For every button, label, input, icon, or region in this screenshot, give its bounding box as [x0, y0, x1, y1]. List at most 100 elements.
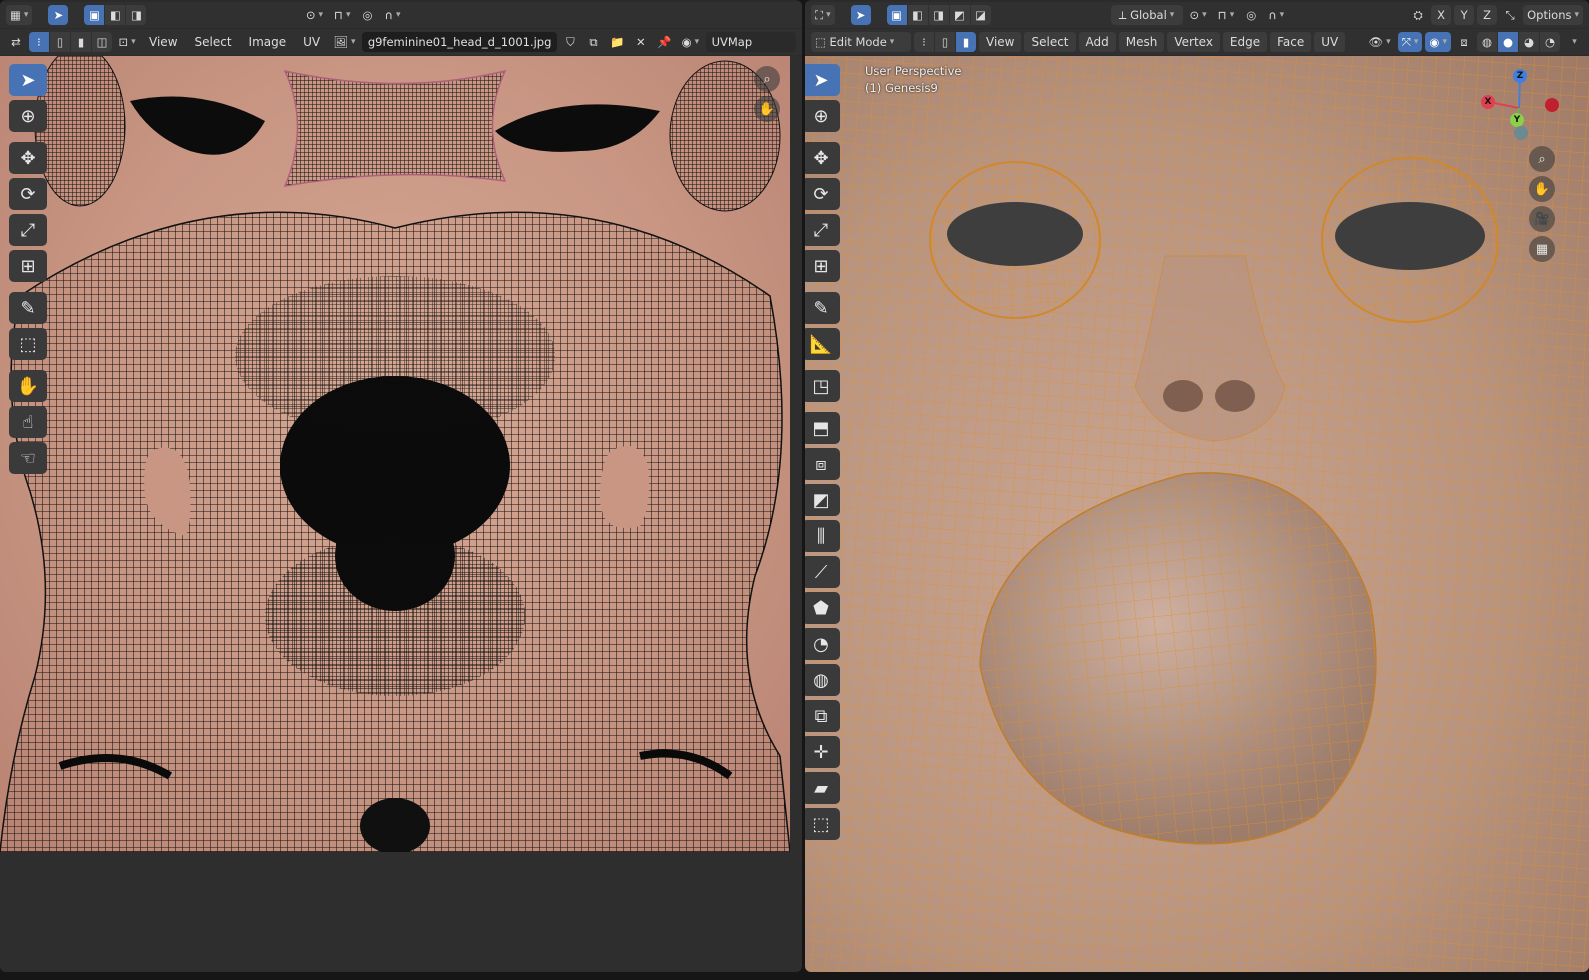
menu-select[interactable]: Select	[188, 32, 239, 52]
axis-gizmo[interactable]: Z X Y	[1475, 64, 1565, 144]
mode-dropdown[interactable]: ⬚ Edit Mode	[811, 32, 911, 52]
grab-icon[interactable]: ✋	[9, 370, 47, 402]
transform-orientation-dropdown[interactable]: ⟂ Global	[1110, 5, 1183, 25]
visibility-icon[interactable]: 👁	[1365, 32, 1395, 52]
snap-icon[interactable]: ⊓	[330, 5, 355, 25]
axis-z-toggle[interactable]: Z	[1477, 5, 1498, 25]
pan-icon[interactable]: ✋	[754, 96, 780, 122]
options-dropdown[interactable]: Options	[1523, 5, 1584, 25]
unlink-icon[interactable]: ✕	[631, 32, 651, 52]
select-subtract-icon[interactable]: ◨	[928, 5, 949, 25]
annotate-icon[interactable]: ✎	[9, 292, 47, 324]
open-folder-icon[interactable]: 📁	[606, 32, 627, 52]
proportional-edit-icon[interactable]: ◎	[358, 5, 378, 25]
image-name-field[interactable]: g9feminine01_head_d_1001.jpg	[361, 32, 558, 52]
poly-build-icon[interactable]: ⬟	[805, 592, 840, 624]
solid-shading-icon[interactable]: ●	[1498, 32, 1518, 52]
menu-select[interactable]: Select	[1024, 32, 1076, 52]
wireframe-shading-icon[interactable]: ◍	[1477, 32, 1497, 52]
cursor-select-icon[interactable]: ➤	[48, 5, 69, 25]
select-subtract-icon[interactable]: ◨	[126, 5, 147, 25]
menu-uv[interactable]: UV	[296, 32, 327, 52]
face-mode-icon[interactable]: ▮	[71, 32, 91, 52]
mirror-icon[interactable]: ⛭	[1408, 5, 1428, 25]
loop-cut-icon[interactable]: ⫼	[805, 520, 840, 552]
menu-view[interactable]: View	[142, 32, 184, 52]
editor-type-3d-icon[interactable]: ⛶	[811, 5, 835, 25]
xray-icon[interactable]: ⧈	[1454, 32, 1474, 52]
auto-merge-icon[interactable]: ⤡	[1500, 5, 1520, 25]
sticky-select-icon[interactable]: ⊡	[115, 32, 139, 52]
pin-icon[interactable]: 📌	[654, 32, 675, 52]
add-cube-icon[interactable]: ◳	[805, 370, 840, 402]
axis-y-toggle[interactable]: Y	[1454, 5, 1475, 25]
gizmo-x[interactable]: X	[1481, 95, 1495, 109]
viewport-canvas[interactable]: User Perspective (1) Genesis9 Z X Y ⌕ ✋ …	[805, 56, 1589, 972]
bevel-icon[interactable]: ◩	[805, 484, 840, 516]
inset-icon[interactable]: ⧈	[805, 448, 840, 480]
snap-icon[interactable]: ⊓	[1214, 5, 1239, 25]
tweak-select-icon[interactable]: ➤	[805, 64, 840, 96]
spin-icon[interactable]: ◔	[805, 628, 840, 660]
editor-type-icon[interactable]: ▦	[6, 5, 33, 25]
select-extend-icon[interactable]: ◧	[907, 5, 928, 25]
pivot-point-icon[interactable]: ⊙	[1186, 5, 1211, 25]
uv-sync-icon[interactable]: ⇄	[6, 32, 26, 52]
zoom-icon[interactable]: ⌕	[1529, 146, 1555, 172]
select-new-icon[interactable]: ▣	[886, 5, 907, 25]
proportional-edit-icon[interactable]: ◎	[1241, 5, 1261, 25]
overlays-icon[interactable]: ◉	[1425, 32, 1451, 52]
scale-icon[interactable]: ⤢	[805, 214, 840, 246]
menu-view[interactable]: View	[979, 32, 1022, 52]
cursor-icon[interactable]: ⊕	[9, 100, 47, 132]
shading-options-icon[interactable]	[1563, 32, 1583, 52]
overlay-icon[interactable]: ◉	[678, 32, 702, 52]
rotate-icon[interactable]: ⟳	[9, 178, 47, 210]
edge-select-icon[interactable]: ▯	[935, 32, 955, 52]
material-shading-icon[interactable]: ◕	[1519, 32, 1539, 52]
zoom-icon[interactable]: ⌕	[754, 66, 780, 92]
uv-map-field[interactable]: UVMap	[705, 32, 796, 52]
shrink-fatten-icon[interactable]: ✛	[805, 736, 840, 768]
shear-icon[interactable]: ▰	[805, 772, 840, 804]
gizmo-toggle-icon[interactable]: ⤧	[1397, 32, 1423, 52]
gizmo-neg-z[interactable]	[1514, 126, 1528, 140]
tweak-select-icon[interactable]: ➤	[9, 64, 47, 96]
transform-icon[interactable]: ⊞	[9, 250, 47, 282]
menu-mesh[interactable]: Mesh	[1118, 32, 1165, 52]
menu-face[interactable]: Face	[1270, 32, 1312, 52]
camera-icon[interactable]: 🎥	[1529, 206, 1555, 232]
image-browse-icon[interactable]: 🖼	[330, 32, 359, 52]
knife-icon[interactable]: ⟋	[805, 556, 840, 588]
gizmo-neg-x[interactable]	[1545, 98, 1559, 112]
menu-uv[interactable]: UV	[1314, 32, 1346, 52]
relax-icon[interactable]: ☝	[9, 406, 47, 438]
scale-icon[interactable]: ⤢	[9, 214, 47, 246]
island-mode-icon[interactable]: ◫	[92, 32, 112, 52]
measure-icon[interactable]: 📐	[805, 328, 840, 360]
vertex-mode-icon[interactable]: ⁝	[29, 32, 49, 52]
pan-icon[interactable]: ✋	[1529, 176, 1555, 202]
move-icon[interactable]: ✥	[805, 142, 840, 174]
vertex-select-icon[interactable]: ⁝	[914, 32, 934, 52]
move-icon[interactable]: ✥	[9, 142, 47, 174]
rip-icon[interactable]: ⬚	[9, 328, 47, 360]
falloff-icon[interactable]: ∩	[1264, 5, 1288, 25]
menu-add[interactable]: Add	[1078, 32, 1116, 52]
fake-user-icon[interactable]: ⛉	[560, 32, 580, 52]
select-new-icon[interactable]: ▣	[84, 5, 105, 25]
rip-region-icon[interactable]: ⬚	[805, 808, 840, 840]
gizmo-y[interactable]: Y	[1510, 113, 1524, 127]
transform-icon[interactable]: ⊞	[805, 250, 840, 282]
cursor-icon[interactable]: ⊕	[805, 100, 840, 132]
select-extend-icon[interactable]: ◧	[105, 5, 126, 25]
new-image-icon[interactable]: ⧉	[583, 32, 603, 52]
gizmo-z[interactable]: Z	[1513, 69, 1527, 83]
menu-vertex[interactable]: Vertex	[1167, 32, 1220, 52]
menu-edge[interactable]: Edge	[1222, 32, 1268, 52]
select-intersect-icon[interactable]: ◪	[970, 5, 991, 25]
rendered-shading-icon[interactable]: ◔	[1540, 32, 1560, 52]
pivot-icon[interactable]: ⊙	[302, 5, 327, 25]
edge-slide-icon[interactable]: ⧉	[805, 700, 840, 732]
face-select-icon[interactable]: ▮	[956, 32, 976, 52]
